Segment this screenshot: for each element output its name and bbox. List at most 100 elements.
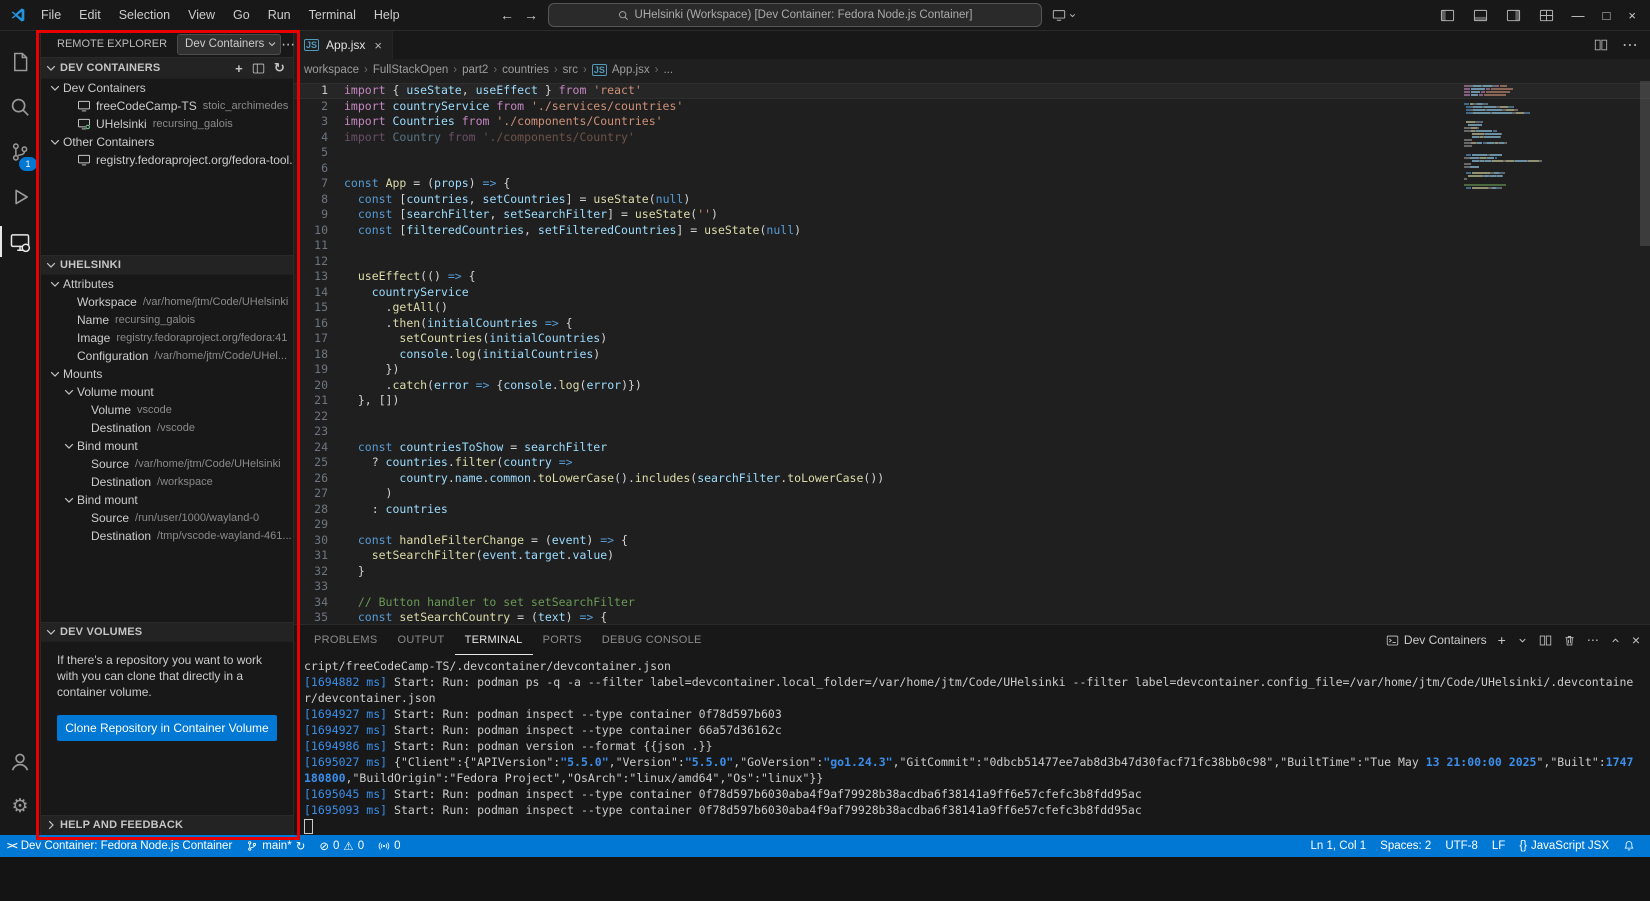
code-line[interactable]: 12 xyxy=(294,254,1650,270)
breadcrumb-item[interactable]: FullStackOpen xyxy=(373,64,448,76)
section-header-uhelsinki[interactable]: UHELSINKI xyxy=(41,255,293,275)
remote-menu-icon[interactable] xyxy=(1052,8,1077,22)
code-line[interactable]: 34 // Button handler to set setSearchFil… xyxy=(294,595,1650,611)
code-line[interactable]: 15 .getAll() xyxy=(294,300,1650,316)
source-control-icon[interactable]: 1 xyxy=(0,129,40,174)
settings-gear-icon[interactable]: ⚙ xyxy=(0,784,40,829)
code-line[interactable]: 28 : countries xyxy=(294,502,1650,518)
code-line[interactable]: 10 const [filteredCountries, setFiltered… xyxy=(294,223,1650,239)
refresh-icon[interactable]: ↻ xyxy=(274,60,285,76)
new-terminal-icon[interactable]: + xyxy=(1498,632,1506,648)
clone-repository-button[interactable]: Clone Repository in Container Volume xyxy=(57,715,277,741)
minimize-button[interactable]: — xyxy=(1572,8,1585,23)
plus-icon[interactable]: + xyxy=(235,61,243,76)
menu-file[interactable]: File xyxy=(32,0,70,30)
tree-item[interactable]: Source/var/home/jtm/Code/UHelsinki xyxy=(41,455,293,473)
maximize-button[interactable]: □ xyxy=(1603,8,1611,23)
trash-icon[interactable] xyxy=(1563,634,1576,647)
section-header-dev-containers[interactable]: DEV CONTAINERS + ↻ xyxy=(41,57,293,79)
breadcrumb-item[interactable]: src xyxy=(563,64,578,76)
toggle-panel-icon[interactable] xyxy=(1473,8,1488,23)
split-editor-icon[interactable] xyxy=(1594,38,1608,52)
run-debug-icon[interactable] xyxy=(0,174,40,219)
code-line[interactable]: 17 setCountries(initialCountries) xyxy=(294,331,1650,347)
code-line[interactable]: 19 }) xyxy=(294,362,1650,378)
breadcrumb-item[interactable]: part2 xyxy=(462,64,488,76)
code-line[interactable]: 22 xyxy=(294,409,1650,425)
code-line[interactable]: 1import { useState, useEffect } from 're… xyxy=(294,83,1650,99)
close-window-button[interactable]: × xyxy=(1628,8,1636,23)
menu-help[interactable]: Help xyxy=(365,0,409,30)
code-line[interactable]: 20 .catch(error => {console.log(error)}) xyxy=(294,378,1650,394)
code-line[interactable]: 23 xyxy=(294,424,1650,440)
cursor-position[interactable]: Ln 1, Col 1 xyxy=(1304,835,1374,857)
remote-explorer-type-dropdown[interactable]: Dev Containers xyxy=(177,34,281,55)
menu-terminal[interactable]: Terminal xyxy=(300,0,365,30)
tree-item[interactable]: Destination/tmp/vscode-wayland-461... xyxy=(41,527,293,545)
code-line[interactable]: 35 const setSearchCountry = (text) => { xyxy=(294,610,1650,624)
code-line[interactable]: 3import Countries from './components/Cou… xyxy=(294,114,1650,130)
tree-item[interactable]: UHelsinkirecursing_galois xyxy=(41,115,293,133)
menu-run[interactable]: Run xyxy=(259,0,300,30)
language-mode[interactable]: {} JavaScript JSX xyxy=(1512,835,1616,857)
tree-item[interactable]: Configuration/var/home/jtm/Code/UHel... xyxy=(41,347,293,365)
command-center[interactable]: UHelsinki (Workspace) [Dev Container: Fe… xyxy=(548,3,1042,27)
forward-icon[interactable]: → xyxy=(524,7,538,23)
account-icon[interactable] xyxy=(0,739,40,784)
remote-explorer-icon[interactable] xyxy=(0,219,40,264)
menu-view[interactable]: View xyxy=(179,0,224,30)
tree-item[interactable]: Dev Containers xyxy=(41,79,293,97)
code-line[interactable]: 13 useEffect(() => { xyxy=(294,269,1650,285)
code-line[interactable]: 9 const [searchFilter, setSearchFilter] … xyxy=(294,207,1650,223)
encoding-setting[interactable]: UTF-8 xyxy=(1438,835,1485,857)
code-line[interactable]: 27 ) xyxy=(294,486,1650,502)
code-editor[interactable]: 1import { useState, useEffect } from 're… xyxy=(294,81,1650,624)
panel-tab-problems[interactable]: PROBLEMS xyxy=(304,625,388,655)
back-icon[interactable]: ← xyxy=(500,7,514,23)
panel-tab-output[interactable]: OUTPUT xyxy=(388,625,455,655)
tree-item[interactable]: Destination/vscode xyxy=(41,419,293,437)
code-line[interactable]: 26 country.name.common.toLowerCase().inc… xyxy=(294,471,1650,487)
panel-tab-ports[interactable]: PORTS xyxy=(533,625,592,655)
code-line[interactable]: 14 countryService xyxy=(294,285,1650,301)
more-actions-icon[interactable]: ⋯ xyxy=(1622,35,1638,55)
chevron-down-icon[interactable] xyxy=(1517,635,1528,646)
tree-item[interactable]: Mounts xyxy=(41,365,293,383)
panel-tab-debug-console[interactable]: DEBUG CONSOLE xyxy=(592,625,712,655)
minimap[interactable] xyxy=(1464,85,1636,190)
section-header-help-and-feedback[interactable]: HELP AND FEEDBACK xyxy=(41,815,293,835)
tree-item[interactable]: Volume mount xyxy=(41,383,293,401)
tree-item[interactable]: Bind mount xyxy=(41,491,293,509)
search-icon[interactable] xyxy=(0,84,40,129)
section-header-dev-volumes[interactable]: DEV VOLUMES xyxy=(41,622,293,642)
code-line[interactable]: 29 xyxy=(294,517,1650,533)
code-line[interactable]: 30 const handleFilterChange = (event) =>… xyxy=(294,533,1650,549)
code-line[interactable]: 2import countryService from './services/… xyxy=(294,99,1650,115)
split-terminal-icon[interactable] xyxy=(1539,634,1552,647)
notifications-bell[interactable] xyxy=(1616,835,1642,857)
breadcrumb-item[interactable]: workspace xyxy=(304,64,359,76)
panel-tab-terminal[interactable]: TERMINAL xyxy=(455,625,533,655)
code-line[interactable]: 25 ? countries.filter(country => xyxy=(294,455,1650,471)
code-line[interactable]: 31 setSearchFilter(event.target.value) xyxy=(294,548,1650,564)
code-line[interactable]: 16 .then(initialCountries => { xyxy=(294,316,1650,332)
tree-item[interactable]: Bind mount xyxy=(41,437,293,455)
eol-setting[interactable]: LF xyxy=(1485,835,1512,857)
code-line[interactable]: 8 const [countries, setCountries] = useS… xyxy=(294,192,1650,208)
tree-item[interactable]: Other Containers xyxy=(41,133,293,151)
close-tab-icon[interactable]: × xyxy=(374,38,382,53)
details-icon[interactable] xyxy=(252,62,265,75)
terminal-output[interactable]: cript/freeCodeCamp-TS/.devcontainer/devc… xyxy=(294,655,1650,835)
code-line[interactable]: 6 xyxy=(294,161,1650,177)
breadcrumb-item[interactable]: countries xyxy=(502,64,549,76)
tree-item[interactable]: Attributes xyxy=(41,275,293,293)
code-line[interactable]: 33 xyxy=(294,579,1650,595)
menu-go[interactable]: Go xyxy=(224,0,259,30)
ports-indicator[interactable]: 0 xyxy=(371,835,407,857)
problems-indicator[interactable]: ⊘ 0 ⚠ 0 xyxy=(312,835,371,857)
tree-item[interactable]: Workspace/var/home/jtm/Code/UHelsinki xyxy=(41,293,293,311)
customize-layout-icon[interactable] xyxy=(1539,8,1554,23)
terminal-instance-label[interactable]: Dev Containers xyxy=(1386,633,1487,647)
tree-item[interactable]: Destination/workspace xyxy=(41,473,293,491)
tree-item[interactable]: Source/run/user/1000/wayland-0 xyxy=(41,509,293,527)
